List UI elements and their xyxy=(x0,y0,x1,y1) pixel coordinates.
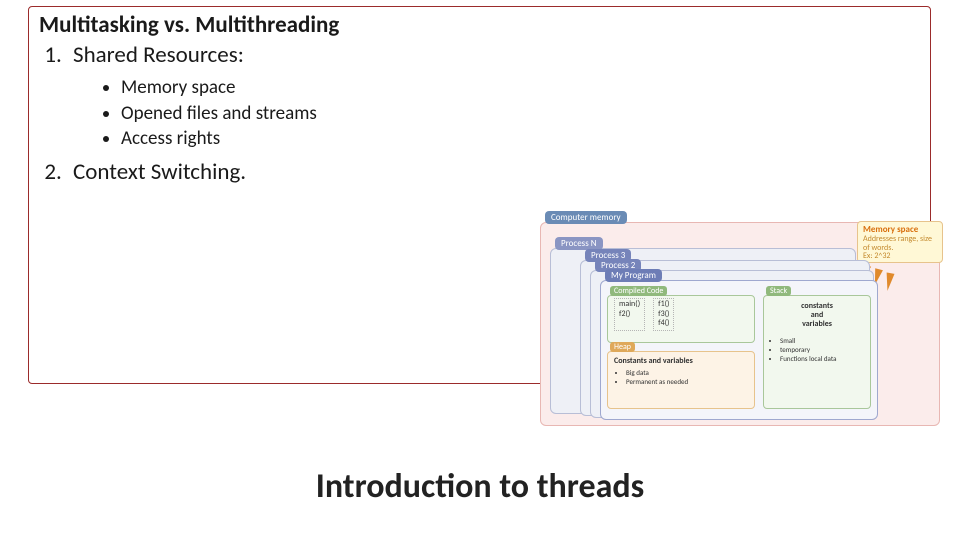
stack-bullet: Functions local data xyxy=(780,354,864,363)
sub-item: Access rights xyxy=(121,126,920,152)
compiled-code-tab: Compiled Code xyxy=(610,286,667,296)
my-program-panel: My Program Compiled Code main() f2() f1(… xyxy=(600,280,878,420)
heap-box: Heap Constants and variables Big data Pe… xyxy=(607,351,755,409)
sub-list-shared-resources: Memory space Opened files and streams Ac… xyxy=(73,75,920,152)
memory-space-line: Ex: 2^32 xyxy=(863,252,937,261)
heap-tab: Heap xyxy=(610,342,635,352)
stack-title: constants and variables xyxy=(770,302,864,330)
sub-item: Memory space xyxy=(121,75,920,101)
heap-bullet: Big data xyxy=(626,368,748,377)
card-title: Multitasking vs. Multithreading xyxy=(39,11,920,39)
list-item-label: Context Switching. xyxy=(73,158,246,186)
list-item-label: Shared Resources: xyxy=(73,41,244,69)
stack-title-line: variables xyxy=(802,319,832,329)
memory-diagram: Computer memory Memory space Addresses r… xyxy=(540,210,940,428)
my-program-tab: My Program xyxy=(605,269,662,282)
heap-title: Constants and variables xyxy=(614,356,748,366)
compiled-code-box: Compiled Code main() f2() f1() f3() f4() xyxy=(607,295,755,343)
memory-space-callout: Memory space Addresses range, size of wo… xyxy=(857,221,943,263)
main-ordered-list: Shared Resources: Memory space Opened fi… xyxy=(39,41,920,186)
stack-box: Stack constants and variables Small temp… xyxy=(763,295,871,409)
sub-item: Opened files and streams xyxy=(121,101,920,127)
memory-space-line: Addresses range, size of words. xyxy=(863,235,937,253)
code-fn: f2() xyxy=(619,310,640,320)
list-item-context-switching: Context Switching. xyxy=(67,158,920,186)
heap-bullet: Permanent as needed xyxy=(626,377,748,386)
stack-bullet: Small xyxy=(780,336,864,345)
code-column: f1() f3() f4() xyxy=(653,298,674,331)
list-item-shared-resources: Shared Resources: Memory space Opened fi… xyxy=(67,41,920,152)
stack-bullet: temporary xyxy=(780,345,864,354)
code-column: main() f2() xyxy=(614,298,645,331)
stack-tab: Stack xyxy=(766,286,791,296)
code-fn: f4() xyxy=(658,319,669,329)
page-footer-title: Introduction to threads xyxy=(0,466,960,507)
arrow-icon xyxy=(883,272,894,291)
computer-memory-tab: Computer memory xyxy=(545,211,627,224)
